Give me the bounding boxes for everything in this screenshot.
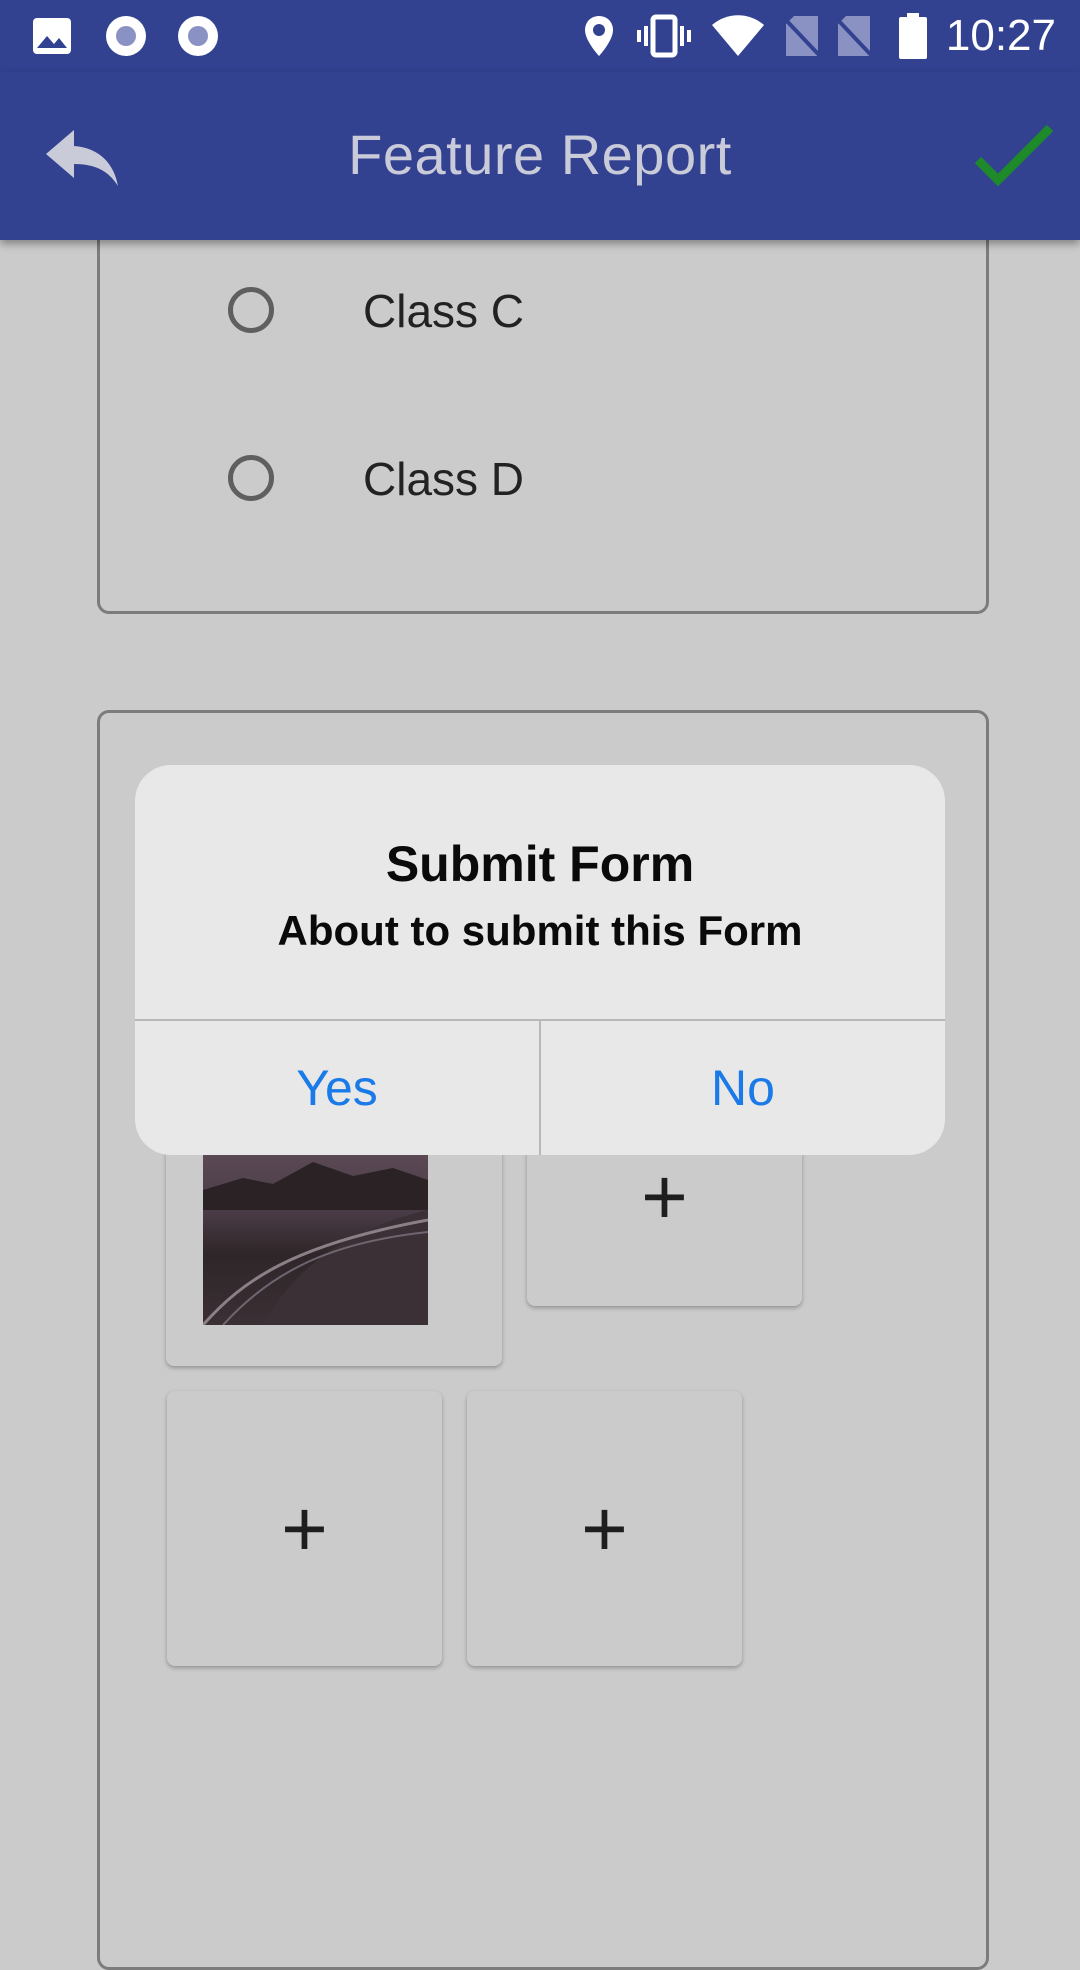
no-button[interactable]: No	[541, 1021, 945, 1155]
radio-label: Class C	[363, 285, 525, 337]
no-sim-icon	[834, 14, 874, 58]
status-bar: 10:27	[0, 0, 1080, 72]
submit-dialog: Submit Form About to submit this Form Ye…	[135, 765, 945, 1155]
record-icon	[103, 14, 149, 58]
location-icon	[582, 14, 616, 58]
photo-thumbnail	[203, 1150, 428, 1325]
check-icon[interactable]	[972, 124, 1056, 194]
radio-button[interactable]	[228, 455, 274, 501]
radio-button[interactable]	[228, 287, 274, 333]
radio-option-class-d[interactable]: Class D	[228, 448, 524, 508]
image-icon	[32, 14, 72, 58]
app-bar: Feature Report	[0, 72, 1080, 240]
plus-icon: +	[641, 1151, 688, 1241]
wifi-icon	[710, 14, 766, 58]
radio-option-class-c[interactable]: Class C	[228, 280, 524, 340]
add-photo-tile[interactable]: +	[527, 1130, 802, 1306]
yes-button[interactable]: Yes	[135, 1021, 539, 1155]
clock: 10:27	[945, 11, 1056, 60]
class-options-panel	[97, 180, 989, 614]
battery-icon	[896, 13, 930, 59]
vibrate-icon	[636, 14, 692, 58]
plus-icon: +	[281, 1483, 328, 1573]
dialog-message: About to submit this Form	[277, 907, 803, 954]
plus-icon: +	[581, 1483, 628, 1573]
photo-tile[interactable]	[166, 1150, 502, 1366]
dialog-title: Submit Form	[385, 836, 695, 892]
no-sim-icon	[782, 14, 822, 58]
radio-label: Class D	[363, 453, 525, 505]
record-icon	[175, 14, 221, 58]
add-photo-tile[interactable]: +	[467, 1391, 742, 1666]
add-photo-tile[interactable]: +	[167, 1391, 442, 1666]
page-title: Feature Report	[348, 123, 732, 186]
